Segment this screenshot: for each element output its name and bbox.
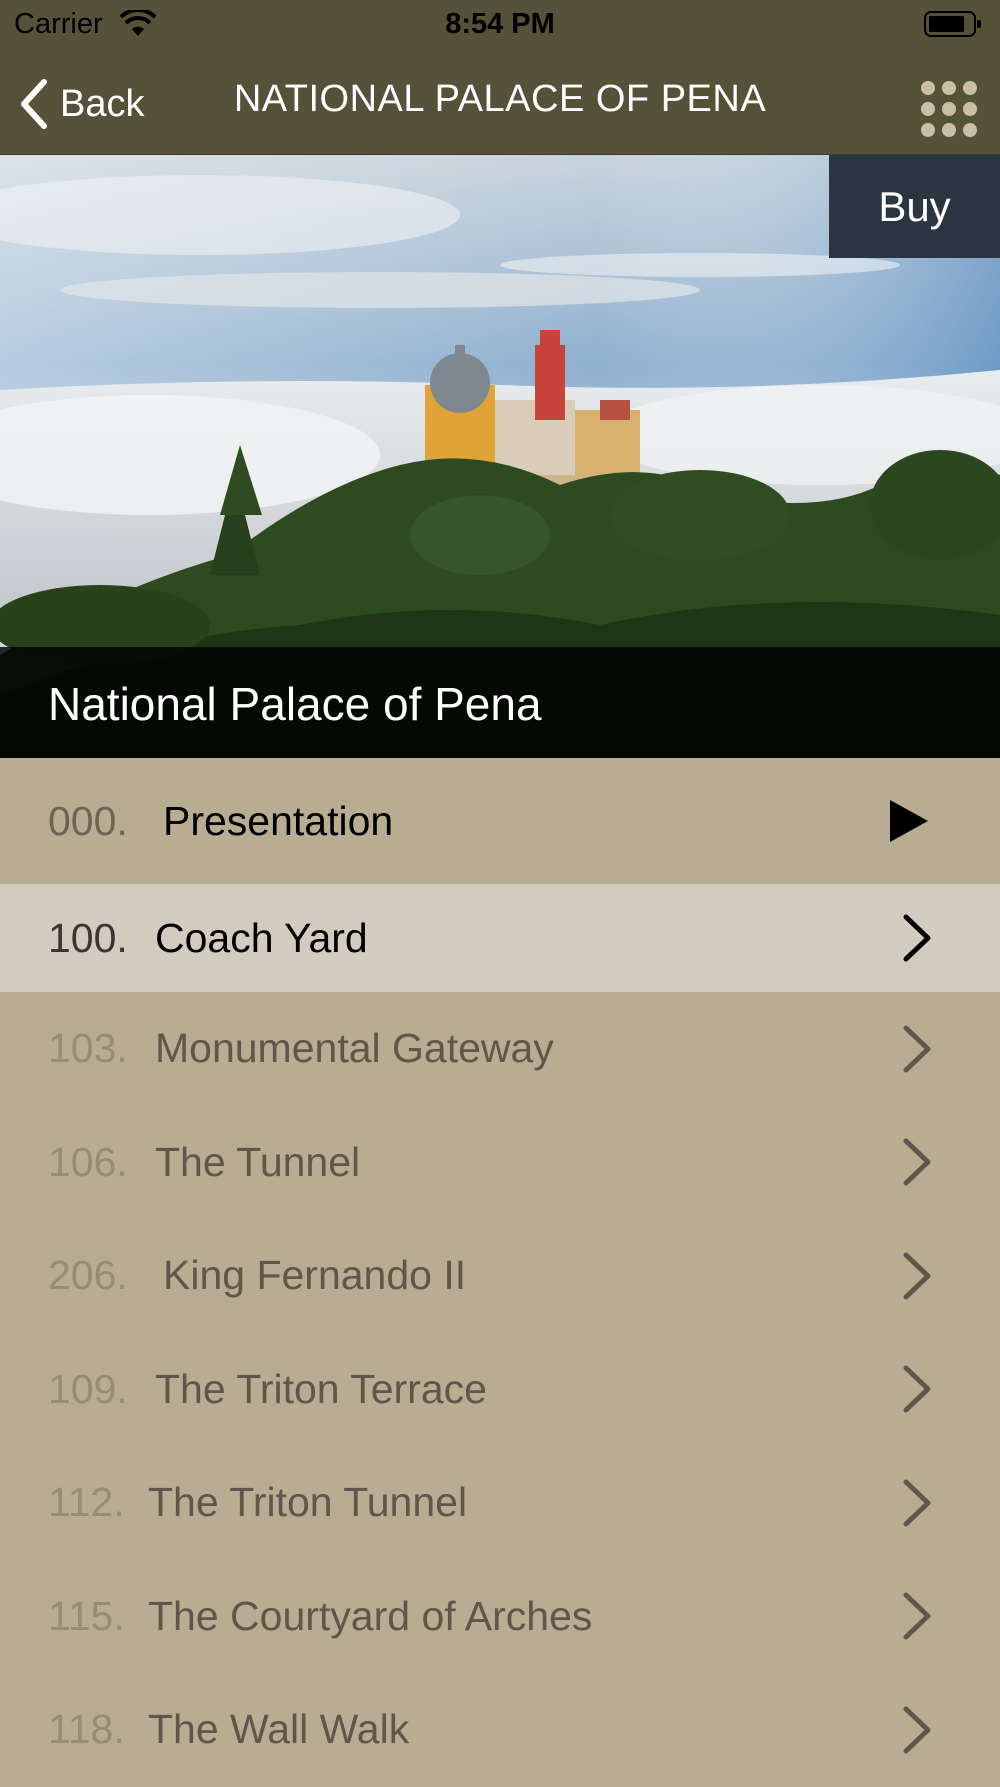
- play-icon: [890, 800, 928, 842]
- item-title: Presentation: [163, 797, 394, 844]
- list-item[interactable]: 206. King Fernando II: [0, 1219, 1000, 1333]
- item-number: 109.: [48, 1365, 128, 1412]
- stop-list: 000. Presentation 100. Coach Yard 103. M…: [0, 758, 1000, 1787]
- item-title: The Wall Walk: [148, 1706, 410, 1753]
- navigation-bar: Back NATIONAL PALACE OF PENA: [0, 48, 1000, 155]
- list-item[interactable]: 000. Presentation: [0, 758, 1000, 884]
- chevron-right-icon: [903, 1138, 931, 1186]
- list-item[interactable]: 118. The Wall Walk: [0, 1673, 1000, 1787]
- chevron-right-icon: [903, 1479, 931, 1527]
- item-title: The Courtyard of Arches: [148, 1592, 593, 1639]
- item-number: 106.: [48, 1138, 128, 1185]
- item-number: 115.: [48, 1592, 125, 1639]
- item-number: 118.: [48, 1706, 125, 1753]
- list-item[interactable]: 100. Coach Yard: [0, 884, 1000, 992]
- chevron-left-icon: [21, 79, 47, 129]
- list-item[interactable]: 103. Monumental Gateway: [0, 992, 1000, 1106]
- list-item[interactable]: 115. The Courtyard of Arches: [0, 1560, 1000, 1674]
- chevron-right-icon: [903, 1025, 931, 1073]
- chevron-right-icon: [903, 1252, 931, 1300]
- status-bar: Carrier 8:54 PM: [0, 0, 1000, 48]
- hero-caption: National Palace of Pena: [0, 647, 1000, 758]
- hero-caption-text: National Palace of Pena: [48, 678, 542, 730]
- item-number: 206.: [48, 1252, 128, 1299]
- item-title: The Triton Tunnel: [148, 1479, 468, 1526]
- battery-icon: [924, 11, 981, 37]
- item-title: King Fernando II: [163, 1252, 467, 1299]
- chevron-right-icon: [903, 1592, 931, 1640]
- back-button[interactable]: Back: [18, 76, 144, 132]
- page-title: NATIONAL PALACE OF PENA: [233, 78, 767, 120]
- chevron-right-icon: [903, 914, 931, 962]
- list-item[interactable]: 109. The Triton Terrace: [0, 1333, 1000, 1447]
- item-title: The Tunnel: [155, 1138, 361, 1185]
- item-number: 000.: [48, 797, 128, 844]
- chevron-right-icon: [903, 1706, 931, 1754]
- list-item[interactable]: 112. The Triton Tunnel: [0, 1446, 1000, 1560]
- item-number: 112.: [48, 1479, 125, 1526]
- list-item[interactable]: 106. The Tunnel: [0, 1106, 1000, 1220]
- grid-icon[interactable]: [918, 78, 980, 140]
- item-number: 103.: [48, 1025, 128, 1072]
- item-number: 100.: [48, 914, 128, 961]
- item-title: Coach Yard: [155, 914, 368, 961]
- item-title: The Triton Terrace: [155, 1365, 487, 1412]
- item-title: Monumental Gateway: [155, 1025, 554, 1072]
- buy-button[interactable]: Buy: [829, 155, 1000, 258]
- clock: 8:54 PM: [445, 8, 555, 40]
- back-label: Back: [60, 82, 145, 125]
- chevron-right-icon: [903, 1365, 931, 1413]
